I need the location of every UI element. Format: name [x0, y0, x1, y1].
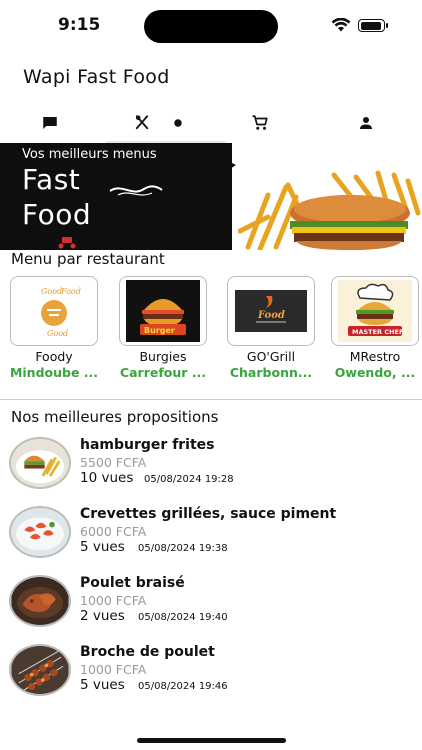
restaurant-location: Carrefour ...: [119, 365, 207, 380]
wifi-icon: [331, 18, 351, 32]
banner-tagline: Vos meilleurs menus: [22, 147, 157, 162]
restaurant-card[interactable]: MASTER CHEF MRestro Owendo, ...: [324, 276, 422, 380]
dish-date: 05/08/2024 19:46: [138, 681, 228, 692]
restaurant-card[interactable]: Food GO'Grill Charbonn...: [220, 276, 322, 380]
delivery-scooter-icon: [58, 237, 76, 249]
dish-views: 10 vues: [80, 470, 134, 486]
restaurant-logo: Burger: [119, 276, 207, 346]
dish-date: 05/08/2024 19:40: [138, 612, 228, 623]
banner-title-line1: Fast: [22, 163, 81, 196]
dish-views: 5 vues: [80, 539, 125, 555]
svg-text:Food: Food: [257, 310, 285, 321]
dish-image: [9, 644, 71, 696]
chat-icon: [43, 117, 57, 129]
restaurant-logo: Food: [227, 276, 315, 346]
dish-name: Poulet braisé: [80, 575, 185, 591]
restaurant-logo: Good Food Good: [10, 276, 98, 346]
dish-price: 1000 FCFA: [80, 662, 147, 677]
dynamic-island: [144, 10, 278, 43]
svg-text:Food: Food: [60, 287, 81, 296]
tab-profile[interactable]: [346, 108, 386, 138]
person-icon: [360, 117, 372, 129]
swirl-ornament: [109, 185, 163, 196]
restaurant-location: Charbonn...: [229, 365, 313, 380]
restaurants-section-title: Menu par restaurant: [11, 250, 165, 268]
restaurant-logo: MASTER CHEF: [331, 276, 419, 346]
restaurant-name: Burgies: [139, 349, 187, 364]
good-food-logo: Good Food Good: [17, 280, 91, 342]
section-divider: [0, 399, 422, 400]
tab-messages[interactable]: [30, 108, 70, 138]
dish-image: [9, 506, 71, 558]
dish-name: Broche de poulet: [80, 644, 215, 660]
dot-icon: [174, 119, 182, 127]
dish-price: 5500 FCFA: [80, 455, 147, 470]
dish-views: 2 vues: [80, 608, 125, 624]
list-item[interactable]: Broche de poulet 1000 FCFA 5 vues 05/08/…: [0, 644, 422, 706]
restaurants-carousel[interactable]: Good Food Good Foody Mindoube ... Burger…: [0, 276, 422, 380]
dish-image: [9, 575, 71, 627]
list-item[interactable]: Poulet braisé 1000 FCFA 2 vues 05/08/202…: [0, 575, 422, 637]
list-item[interactable]: hamburger frites 5500 FCFA 10 vues 05/08…: [0, 437, 422, 499]
status-bar: 9:15: [0, 0, 422, 50]
restaurant-name: MRestro: [349, 349, 401, 364]
cart-icon: [252, 115, 268, 130]
restaurant-location: Mindoube ...: [9, 365, 99, 380]
restaurant-name: GO'Grill: [246, 349, 296, 364]
burger-logo: Burger: [126, 280, 200, 342]
proposals-section-title: Nos meilleures propositions: [11, 408, 219, 426]
list-item[interactable]: Crevettes grillées, sauce piment 6000 FC…: [0, 506, 422, 568]
restaurant-card[interactable]: Burger Burgies Carrefour ...: [112, 276, 214, 380]
svg-text:MASTER CHEF: MASTER CHEF: [352, 328, 403, 336]
tab-bar: [0, 108, 422, 138]
status-time: 9:15: [58, 15, 101, 35]
svg-text:Good: Good: [47, 329, 68, 338]
dish-date: 05/08/2024 19:28: [144, 474, 234, 485]
dish-price: 6000 FCFA: [80, 524, 147, 539]
restaurant-card[interactable]: Good Food Good Foody Mindoube ...: [3, 276, 105, 380]
dish-date: 05/08/2024 19:38: [138, 543, 228, 554]
burger-fries-image: [238, 170, 421, 250]
dish-name: hamburger frites: [80, 437, 215, 453]
tab-home[interactable]: [158, 108, 198, 138]
tab-menu[interactable]: [122, 108, 162, 138]
app-title: Wapi Fast Food: [23, 66, 170, 88]
dish-image: [9, 437, 71, 489]
restaurant-name: Foody: [35, 349, 73, 364]
svg-text:Good: Good: [41, 287, 62, 296]
banner-title-line2: Food: [22, 198, 92, 231]
dish-name: Crevettes grillées, sauce piment: [80, 506, 337, 522]
grill-logo: Food: [235, 290, 307, 332]
home-indicator[interactable]: [137, 738, 286, 743]
svg-text:Burger: Burger: [144, 326, 175, 335]
tab-cart[interactable]: [240, 108, 280, 138]
dish-views: 5 vues: [80, 677, 125, 693]
master-chef-logo: MASTER CHEF: [338, 280, 412, 342]
utensils-icon: [135, 115, 149, 130]
promo-banner[interactable]: Vos meilleurs menus Fast Food: [0, 143, 422, 250]
battery-icon: [358, 19, 388, 32]
restaurant-location: Owendo, ...: [334, 365, 416, 380]
dish-price: 1000 FCFA: [80, 593, 147, 608]
